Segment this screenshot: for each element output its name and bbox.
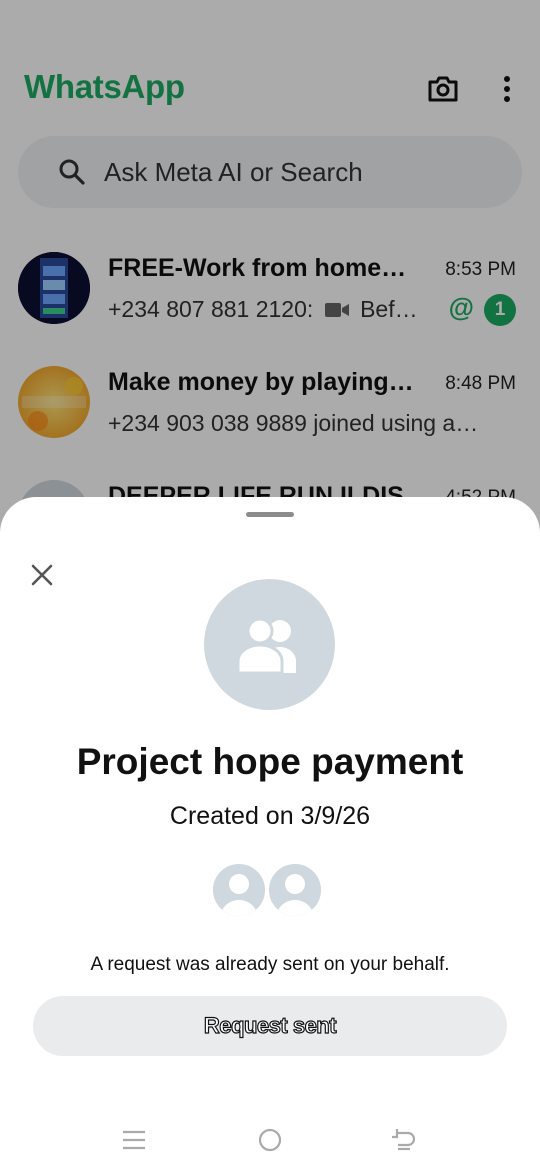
member-avatars — [210, 861, 330, 919]
recent-apps-button[interactable] — [116, 1122, 152, 1158]
request-note: A request was already sent on your behal… — [90, 954, 450, 975]
person-icon — [277, 874, 313, 916]
close-icon — [31, 564, 53, 586]
group-name: Project hope payment — [76, 741, 464, 782]
request-sent-label: Request sent — [203, 1012, 337, 1038]
group-avatar — [204, 579, 335, 710]
member-avatar — [266, 861, 324, 919]
back-icon — [392, 1129, 416, 1151]
close-button[interactable] — [24, 557, 60, 593]
drag-handle[interactable] — [246, 512, 294, 517]
home-circle-icon — [258, 1128, 282, 1152]
group-icon — [236, 617, 296, 673]
person-icon — [221, 874, 257, 916]
member-avatar — [210, 861, 268, 919]
back-button[interactable] — [386, 1122, 422, 1158]
group-invite-sheet: Project hope payment Created on 3/9/26 A… — [0, 497, 540, 1170]
menu-icon — [123, 1130, 145, 1150]
request-sent-button[interactable]: Request sent — [33, 996, 507, 1056]
created-date: Created on 3/9/26 — [169, 802, 371, 830]
home-button[interactable] — [252, 1122, 288, 1158]
system-nav-bar — [0, 1110, 540, 1170]
